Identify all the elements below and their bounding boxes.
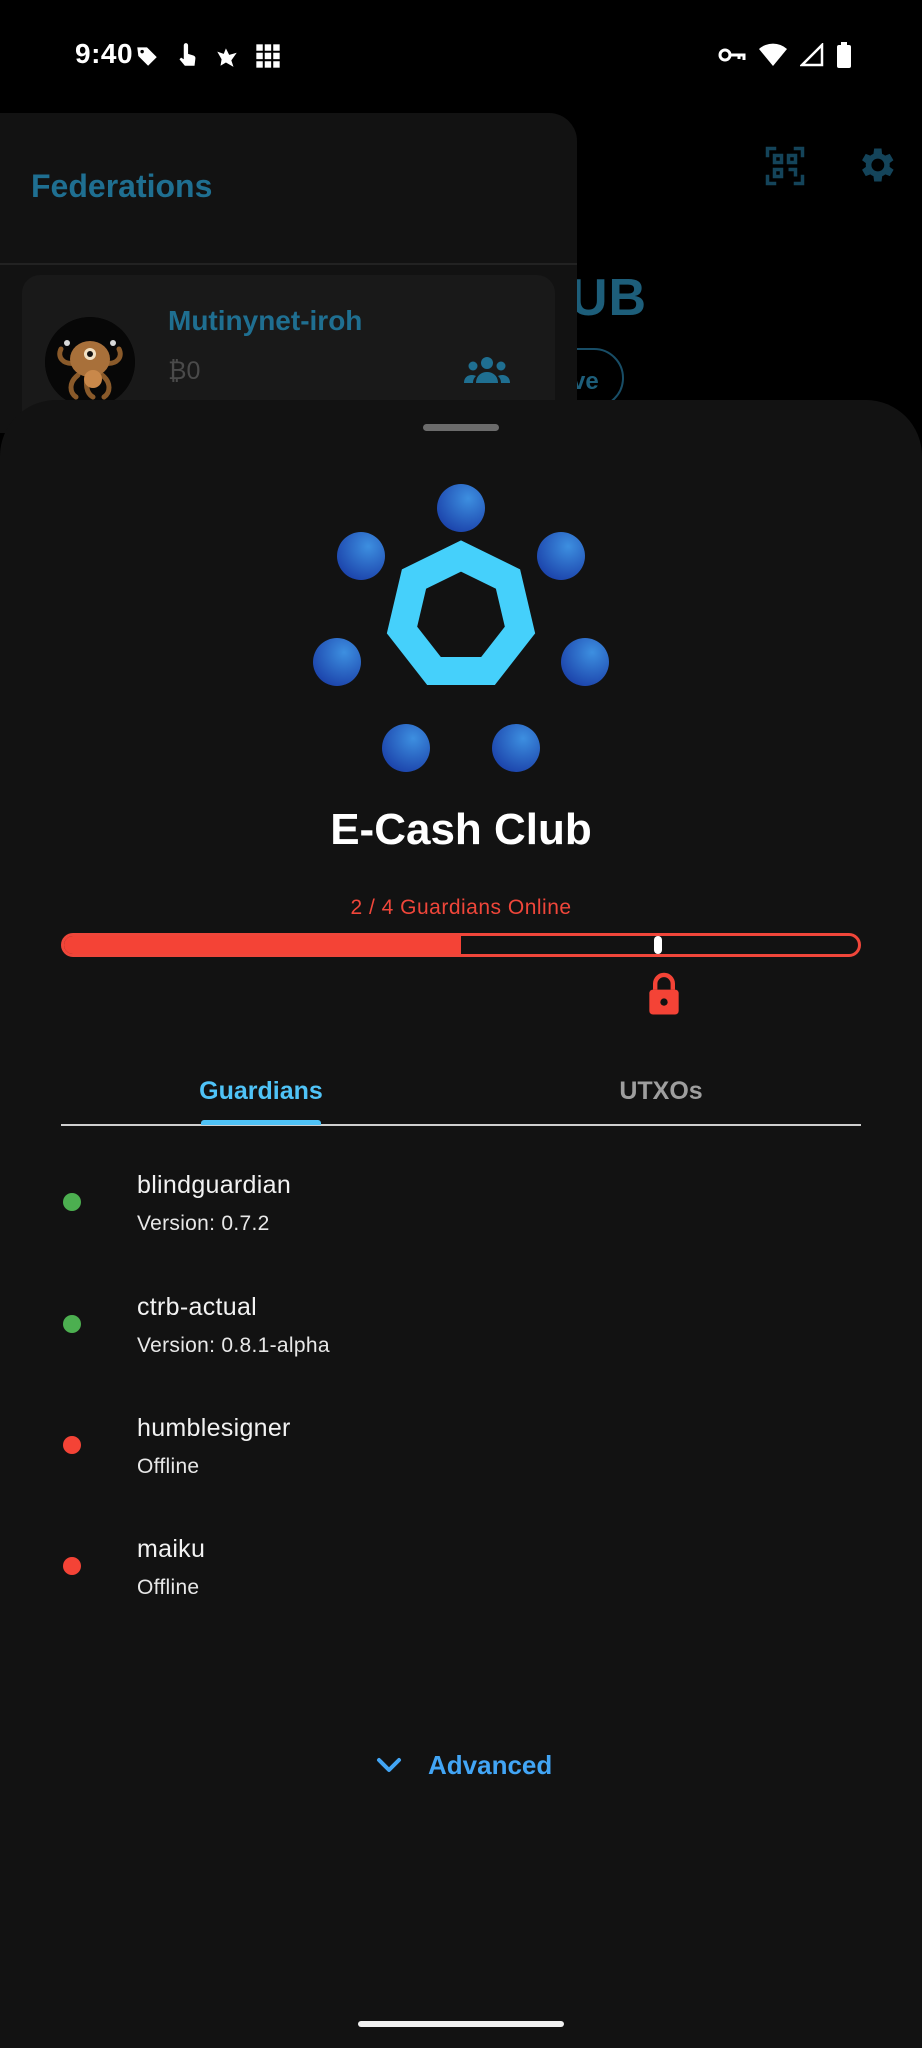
qr-scan-icon[interactable]	[764, 145, 806, 187]
guardian-row: blindguardian Version: 0.7.2	[0, 1157, 922, 1267]
guardians-online-status: 2 / 4 Guardians Online	[350, 896, 572, 919]
guardian-name: blindguardian	[137, 1171, 292, 1199]
active-tab-indicator	[201, 1120, 321, 1125]
threshold-marker	[654, 936, 662, 954]
detail-tabs: Guardians UTXOs	[61, 1060, 861, 1126]
tab-guardians[interactable]: Guardians	[61, 1060, 461, 1122]
group-icon	[464, 357, 510, 383]
status-dot	[63, 1315, 81, 1333]
cellular-signal-icon	[800, 43, 824, 67]
guardian-quorum-progress	[61, 933, 861, 957]
tab-utxos[interactable]: UTXOs	[461, 1060, 861, 1122]
guardian-status: Offline	[137, 1455, 200, 1478]
vpn-key-icon	[718, 48, 746, 62]
federation-balance: ₿0	[168, 357, 201, 385]
drawer-title: Federations	[31, 168, 213, 204]
guardian-name: humblesigner	[137, 1414, 291, 1442]
federation-title: E-Cash Club	[330, 805, 592, 854]
tag-icon	[137, 47, 157, 66]
guardian-version: Version: 0.7.2	[137, 1212, 270, 1235]
touch-icon	[179, 43, 196, 66]
status-system-icons	[718, 42, 852, 68]
guardian-row: maiku Offline	[0, 1521, 922, 1631]
gear-icon[interactable]	[854, 143, 898, 187]
lock-icon	[649, 972, 679, 1015]
guardian-row: ctrb-actual Version: 0.8.1-alpha	[0, 1279, 922, 1389]
status-time: 9:40	[75, 38, 134, 69]
federation-logo-icon	[313, 484, 609, 772]
status-dot	[63, 1557, 81, 1575]
federations-drawer: Federations Mutinynet-iroh ₿0	[0, 113, 577, 475]
guardian-name: ctrb-actual	[137, 1293, 258, 1321]
bird-icon	[217, 48, 237, 67]
guardian-status: Offline	[137, 1576, 200, 1599]
octopus-logo-icon	[45, 317, 135, 407]
battery-icon	[837, 42, 851, 68]
status-dot	[63, 1436, 81, 1454]
status-notification-icons	[134, 42, 282, 70]
federation-details-sheet: E-Cash Club 2 / 4 Guardians Online Guard…	[0, 400, 922, 2048]
federation-name: Mutinynet-iroh	[168, 305, 363, 336]
home-indicator[interactable]	[358, 2021, 564, 2027]
guardian-version: Version: 0.8.1-alpha	[137, 1334, 330, 1357]
federation-avatar	[45, 317, 135, 407]
chevron-down-icon	[377, 1758, 401, 1772]
guardian-quorum-fill	[64, 936, 461, 954]
guardian-row: humblesigner Offline	[0, 1400, 922, 1510]
status-bar: 9:40	[0, 0, 922, 115]
advanced-button[interactable]: Advanced	[376, 1740, 552, 1790]
grid-icon	[256, 44, 280, 68]
background-title: UB	[570, 269, 648, 327]
advanced-label: Advanced	[428, 1749, 553, 1780]
tabs-divider	[61, 1124, 861, 1126]
wifi-icon	[759, 43, 787, 66]
drawer-divider	[0, 263, 577, 265]
sheet-drag-handle[interactable]	[423, 424, 499, 431]
status-dot	[63, 1193, 81, 1211]
guardian-name: maiku	[137, 1535, 206, 1563]
